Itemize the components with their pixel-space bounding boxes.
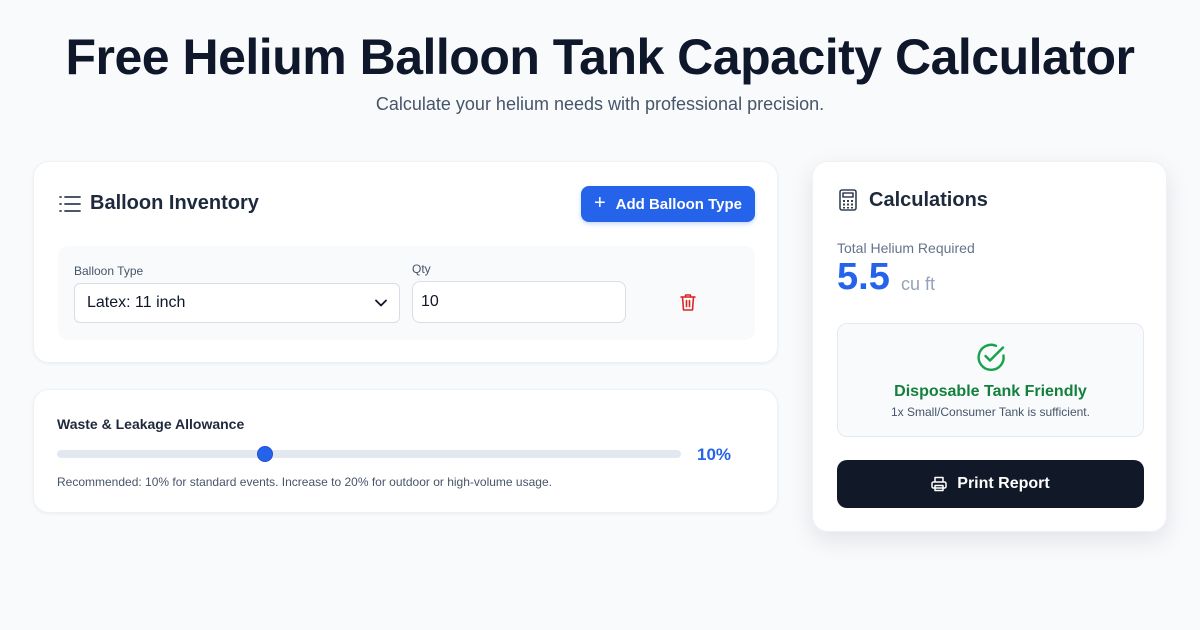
plus-icon: +: [593, 192, 606, 214]
waste-allowance-card: Waste & Leakage Allowance 10% Recommende…: [33, 389, 778, 513]
qty-input[interactable]: [412, 281, 626, 323]
calculations-title: Calculations: [869, 189, 988, 211]
balloon-row: Balloon Type Latex: 11 inch Qty: [58, 246, 755, 340]
tank-status-title: Disposable Tank Friendly: [894, 383, 1087, 400]
balloon-type-label: Balloon Type: [74, 264, 144, 278]
waste-allowance-title: Waste & Leakage Allowance: [57, 416, 245, 432]
trash-icon[interactable]: [678, 292, 698, 312]
waste-recommendation: Recommended: 10% for standard events. In…: [57, 475, 552, 489]
waste-slider[interactable]: [57, 446, 681, 462]
inventory-title: Balloon Inventory: [90, 192, 259, 214]
balloon-type-select[interactable]: Latex: 11 inch: [74, 283, 400, 323]
total-helium-unit: cu ft: [901, 274, 936, 294]
calculations-card: Calculations Total Helium Required 5.5 c…: [812, 161, 1167, 532]
total-helium-value: 5.5: [837, 256, 890, 298]
printer-icon: [931, 476, 948, 492]
balloon-type-value: Latex: 11 inch: [87, 294, 186, 311]
chevron-down-icon: [375, 299, 387, 307]
waste-slider-thumb[interactable]: [257, 446, 273, 462]
total-helium-label: Total Helium Required: [837, 240, 975, 256]
tank-status-box: Disposable Tank Friendly 1x Small/Consum…: [837, 323, 1144, 437]
add-balloon-type-label: Add Balloon Type: [615, 195, 743, 213]
page-subtitle: Calculate your helium needs with profess…: [375, 94, 825, 114]
qty-label: Qty: [412, 262, 431, 276]
check-circle-icon: [977, 343, 1005, 371]
waste-slider-value: 10%: [697, 445, 732, 464]
balloon-inventory-card: Balloon Inventory + Add Balloon Type Bal…: [33, 161, 778, 363]
add-balloon-type-button[interactable]: + Add Balloon Type: [581, 186, 755, 222]
tank-status-note: 1x Small/Consumer Tank is sufficient.: [891, 405, 1090, 419]
print-report-label: Print Report: [957, 475, 1050, 492]
list-icon: [59, 196, 81, 212]
calculator-icon: [839, 189, 857, 211]
page-title: Free Helium Balloon Tank Capacity Calcul…: [65, 29, 1135, 85]
print-report-button[interactable]: Print Report: [837, 460, 1144, 508]
